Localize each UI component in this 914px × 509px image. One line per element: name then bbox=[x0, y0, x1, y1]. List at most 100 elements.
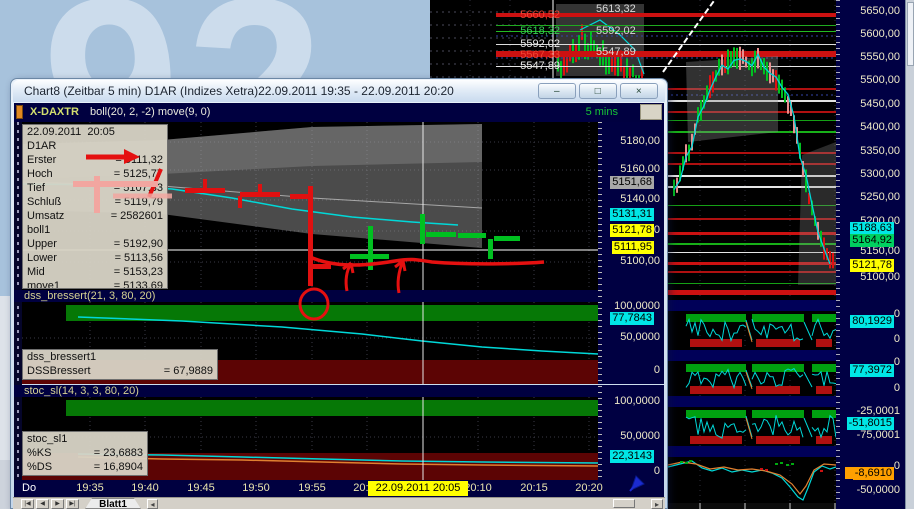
stoc-label: 100,0000 bbox=[614, 395, 660, 408]
symbol-label: X-DAXTR bbox=[30, 106, 79, 118]
bg-axis-label: -51,8015 bbox=[847, 417, 894, 430]
stoc-tip-row: %KS= 23,6883 bbox=[23, 446, 147, 460]
info-row: Hoch= 5125,77 bbox=[23, 167, 167, 181]
bg-overlay-label: 5592,02 bbox=[596, 25, 656, 37]
dss-tooltip: dss_bressert1DSSBressert= 67,9889 bbox=[22, 349, 218, 380]
nav-next-button[interactable]: ▶ bbox=[51, 499, 64, 509]
stoc-label: 0 bbox=[654, 465, 660, 478]
price-label: 5100,00 bbox=[620, 255, 660, 268]
cursor-time-label: 22.09.2011 20:05 bbox=[368, 481, 468, 496]
bg-axis-label: 0 bbox=[894, 356, 900, 369]
dss-tip-row: DSSBressert= 67,9889 bbox=[23, 364, 217, 378]
bg-line-label: 5660,52 bbox=[500, 9, 560, 21]
tab-scroll-right-button[interactable]: ▸ bbox=[651, 499, 663, 509]
bg-axis-label: 5164,92 bbox=[850, 234, 894, 247]
bg-overlay-label: 5613,32 bbox=[596, 3, 656, 15]
tab-scroll-left-button[interactable]: ◂ bbox=[147, 499, 158, 509]
stoc-panel-header[interactable]: stoc_sl(14, 3, 3, 80, 20) bbox=[14, 385, 664, 397]
bg-axis-label: 0 bbox=[894, 460, 900, 473]
stoc-tip-row: stoc_sl1 bbox=[23, 432, 147, 446]
time-tick: 19:55 bbox=[285, 482, 339, 494]
restore-button[interactable]: □ bbox=[579, 83, 617, 99]
bg-axis-label: 5121,78 bbox=[850, 259, 894, 272]
nav-last-button[interactable]: ▶| bbox=[66, 499, 79, 509]
dss-label: 50,0000 bbox=[620, 331, 660, 344]
series-color-tag-icon bbox=[16, 105, 23, 119]
nav-prev-button[interactable]: ◀ bbox=[36, 499, 49, 509]
time-axis[interactable]: Do 19:3519:4019:4519:5019:5520:0020:0520… bbox=[14, 480, 664, 497]
dss-tip-row: dss_bressert1 bbox=[23, 350, 217, 364]
info-row: D1AR bbox=[23, 139, 167, 153]
bg-line-label: 5547,89 bbox=[500, 60, 560, 72]
bg-axis-label: 5250,00 bbox=[860, 191, 900, 204]
dss-label: 77,7843 bbox=[610, 312, 654, 325]
horizontal-scroll-thumb[interactable] bbox=[613, 499, 635, 508]
axis-tick-notches bbox=[598, 122, 602, 480]
bg-axis-label: 5300,00 bbox=[860, 168, 900, 181]
info-row: Upper= 5192,90 bbox=[23, 237, 167, 251]
bg-axis-label: 5650,00 bbox=[860, 5, 900, 18]
background-price-axis[interactable]: 5650,00 5600,00 5550,00 5500,00 5450,00 5400,… bbox=[836, 0, 905, 509]
price-label: 5121,78 bbox=[610, 224, 654, 237]
bg-axis-label: 5500,00 bbox=[860, 74, 900, 87]
bg-axis-label: 5600,00 bbox=[860, 28, 900, 41]
indicator-header[interactable]: X-DAXTR boll(20, 2, -2) move(9, 0) 5 min… bbox=[14, 103, 664, 122]
indicator-formula: boll(20, 2, -2) move(9, 0) bbox=[90, 106, 210, 118]
time-tick: 20:15 bbox=[507, 482, 561, 494]
time-tick: 19:35 bbox=[63, 482, 117, 494]
stoc-label: 22,3143 bbox=[610, 450, 654, 463]
background-scrollbar[interactable] bbox=[905, 0, 914, 509]
stoc-axis[interactable]: 100,0000 50,0000 22,31430 bbox=[598, 385, 664, 480]
info-row: 22.09.2011 20:05 bbox=[23, 125, 167, 139]
dss-label: 0 bbox=[654, 364, 660, 377]
info-row: move1= 5133,69 bbox=[23, 279, 167, 289]
price-label: 5140,00 bbox=[620, 193, 660, 206]
left-dotted-strip bbox=[14, 122, 22, 497]
bg-axis-label: -50,0000 bbox=[857, 484, 900, 497]
stoc-tooltip: stoc_sl1%KS= 23,6883%DS= 16,8904 bbox=[22, 431, 148, 476]
chart-pointer-icon[interactable] bbox=[628, 474, 648, 492]
background-price-line-labels: 5660,525618,325592,025567,335547,895613,… bbox=[430, 0, 836, 80]
price-axis[interactable]: 5180,005160,005151,685140,005131,315120,… bbox=[598, 122, 664, 290]
scrollbar-top-box[interactable] bbox=[640, 104, 662, 120]
time-tick: 19:45 bbox=[174, 482, 228, 494]
bg-line-label: 5618,32 bbox=[500, 25, 560, 37]
bg-axis-label: -75,0001 bbox=[857, 429, 900, 442]
window-date-range: 22.09.2011 19:35 - 22.09.2011 20:20 bbox=[258, 84, 454, 98]
bg-axis-label: 5550,00 bbox=[860, 51, 900, 64]
desktop: 92 5660,525618,325592,025567,335547,8956… bbox=[0, 0, 914, 509]
info-row: Schluß= 5119,79 bbox=[23, 195, 167, 209]
dss-axis[interactable]: 100,000077,784350,00000 bbox=[598, 290, 664, 384]
info-row: Erster= 5111,32 bbox=[23, 153, 167, 167]
info-row: Umsatz= 2582601 bbox=[23, 209, 167, 223]
bg-axis-label: 77,3972 bbox=[850, 364, 894, 377]
bg-axis-label: 0 bbox=[894, 333, 900, 346]
info-row: boll1 bbox=[23, 223, 167, 237]
price-label: 5111,95 bbox=[612, 241, 654, 254]
time-tick: 19:50 bbox=[229, 482, 283, 494]
bg-axis-label: -8,6910 bbox=[853, 467, 894, 480]
interval-label: 5 mins bbox=[586, 106, 618, 118]
close-button[interactable]: × bbox=[620, 83, 658, 99]
info-row: Lower= 5113,56 bbox=[23, 251, 167, 265]
sheet-tab-blatt1[interactable]: Blatt1 bbox=[85, 498, 141, 509]
price-label: 5180,00 bbox=[620, 135, 660, 148]
info-row: Tief= 5107,33 bbox=[23, 181, 167, 195]
info-row: Mid= 5153,23 bbox=[23, 265, 167, 279]
scrollbar-thumb[interactable] bbox=[907, 2, 914, 66]
dss-panel-header[interactable]: dss_bressert(21, 3, 80, 20) bbox=[14, 290, 664, 302]
bg-axis-label: 0 bbox=[894, 308, 900, 321]
bg-axis-label: 5400,00 bbox=[860, 121, 900, 134]
bg-axis-label: 5450,00 bbox=[860, 98, 900, 111]
stoc-tip-row: %DS= 16,8904 bbox=[23, 460, 147, 474]
bg-axis-label: 80,1929 bbox=[850, 315, 894, 328]
price-label: 5160,00 bbox=[620, 163, 660, 176]
minimize-button[interactable]: – bbox=[538, 83, 576, 99]
stoc-label: 50,0000 bbox=[620, 430, 660, 443]
sheet-tab-bar: |◀◀▶▶| Blatt1 ◂ ▸ bbox=[13, 497, 665, 509]
window-title: Chart8 (Zeitbar 5 min) D1AR (Indizes Xet… bbox=[24, 84, 258, 98]
titlebar[interactable]: Chart8 (Zeitbar 5 min) D1AR (Indizes Xet… bbox=[13, 80, 665, 102]
price-label: 5151,68 bbox=[610, 176, 654, 189]
weekday-label: Do bbox=[22, 482, 36, 494]
nav-first-button[interactable]: |◀ bbox=[21, 499, 34, 509]
